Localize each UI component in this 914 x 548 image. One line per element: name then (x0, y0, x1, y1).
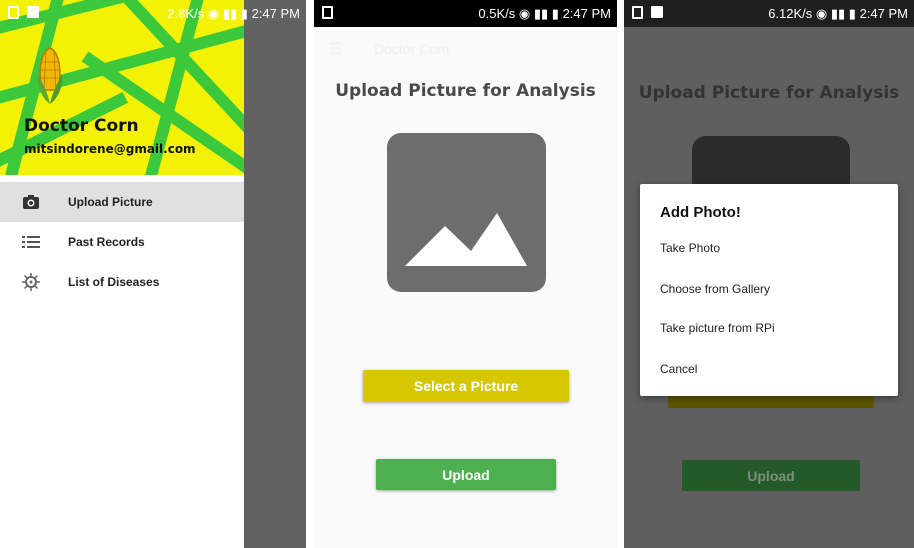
camera-icon (23, 195, 39, 209)
status-bar: 0.5K/s ◉ ▮▮ ▮ 2:47 PM (314, 0, 617, 27)
toolbar: ☰ Doctor Corn (314, 27, 617, 71)
network-speed: 2.8K/s (167, 6, 205, 21)
image-notification-icon (651, 6, 663, 18)
navigation-drawer: Doctor Corn mitsindorene@gmail.com Uploa… (0, 0, 244, 548)
dialog-option-cancel[interactable]: Cancel (660, 362, 697, 376)
signal-icon: ◉ ▮▮ (207, 6, 238, 21)
battery-icon: ▮ (240, 6, 248, 21)
sim-icon (632, 6, 643, 19)
upload-button[interactable]: Upload (376, 459, 556, 490)
dialog-option-choose-from-gallery[interactable]: Choose from Gallery (660, 282, 770, 296)
toolbar-title: Doctor Corn (374, 41, 450, 57)
clock: 2:47 PM (562, 6, 611, 21)
drawer-item-label: Upload Picture (68, 195, 153, 209)
status-right: 2.8K/s ◉ ▮▮ ▮ 2:47 PM (167, 6, 300, 22)
status-right: 0.5K/s ◉ ▮▮ ▮ 2:47 PM (478, 6, 611, 22)
menu-icon[interactable]: ☰ (328, 39, 342, 59)
page-title: Upload Picture for Analysis (335, 81, 596, 101)
dialog-option-take-picture-from-rpi[interactable]: Take picture from RPi (660, 321, 775, 335)
drawer-item-upload-picture[interactable]: Upload Picture (0, 182, 244, 222)
upload-button: Upload (682, 460, 860, 491)
clock: 2:47 PM (251, 6, 300, 21)
signal-icon: ◉ ▮▮ (815, 6, 846, 21)
app-name: Doctor Corn (24, 116, 139, 136)
image-icon (405, 213, 527, 266)
image-placeholder[interactable] (387, 133, 546, 292)
status-bar: 2.8K/s ◉ ▮▮ ▮ 2:47 PM (0, 0, 306, 27)
sim-icon (8, 6, 19, 19)
battery-icon: ▮ (848, 6, 856, 21)
corn-logo-icon (37, 47, 63, 104)
sim-icon (322, 6, 333, 19)
user-email: mitsindorene@gmail.com (24, 142, 196, 156)
status-right: 6.12K/s ◉ ▮▮ ▮ 2:47 PM (768, 6, 908, 22)
network-speed: 0.5K/s (478, 6, 516, 21)
battery-icon: ▮ (551, 6, 559, 21)
screen-upload: 0.5K/s ◉ ▮▮ ▮ 2:47 PM ☰ Doctor Corn Uplo… (314, 0, 617, 548)
page-title: Upload Picture for Analysis (638, 83, 900, 103)
drawer-item-list-of-diseases[interactable]: List of Diseases (0, 262, 244, 302)
screen-add-photo-dialog: 6.12K/s ◉ ▮▮ ▮ 2:47 PM Upload Picture fo… (624, 0, 914, 548)
drawer-item-past-records[interactable]: Past Records (0, 222, 244, 262)
status-bar: 6.12K/s ◉ ▮▮ ▮ 2:47 PM (624, 0, 914, 27)
list-icon (22, 236, 40, 248)
signal-icon: ◉ ▮▮ (518, 6, 549, 21)
virus-icon (22, 273, 40, 291)
select-picture-button[interactable]: Select a Picture (363, 370, 569, 402)
network-speed: 6.12K/s (768, 6, 813, 21)
add-photo-dialog: Add Photo! Take Photo Choose from Galler… (640, 184, 898, 396)
screen-navigation-drawer: Doctor Corn mitsindorene@gmail.com Uploa… (0, 0, 306, 548)
dialog-option-take-photo[interactable]: Take Photo (660, 241, 720, 255)
clock: 2:47 PM (859, 6, 908, 21)
dialog-title: Add Photo! (660, 204, 741, 221)
drawer-item-label: List of Diseases (68, 275, 160, 289)
drawer-item-label: Past Records (68, 235, 145, 249)
image-notification-icon (27, 6, 39, 18)
